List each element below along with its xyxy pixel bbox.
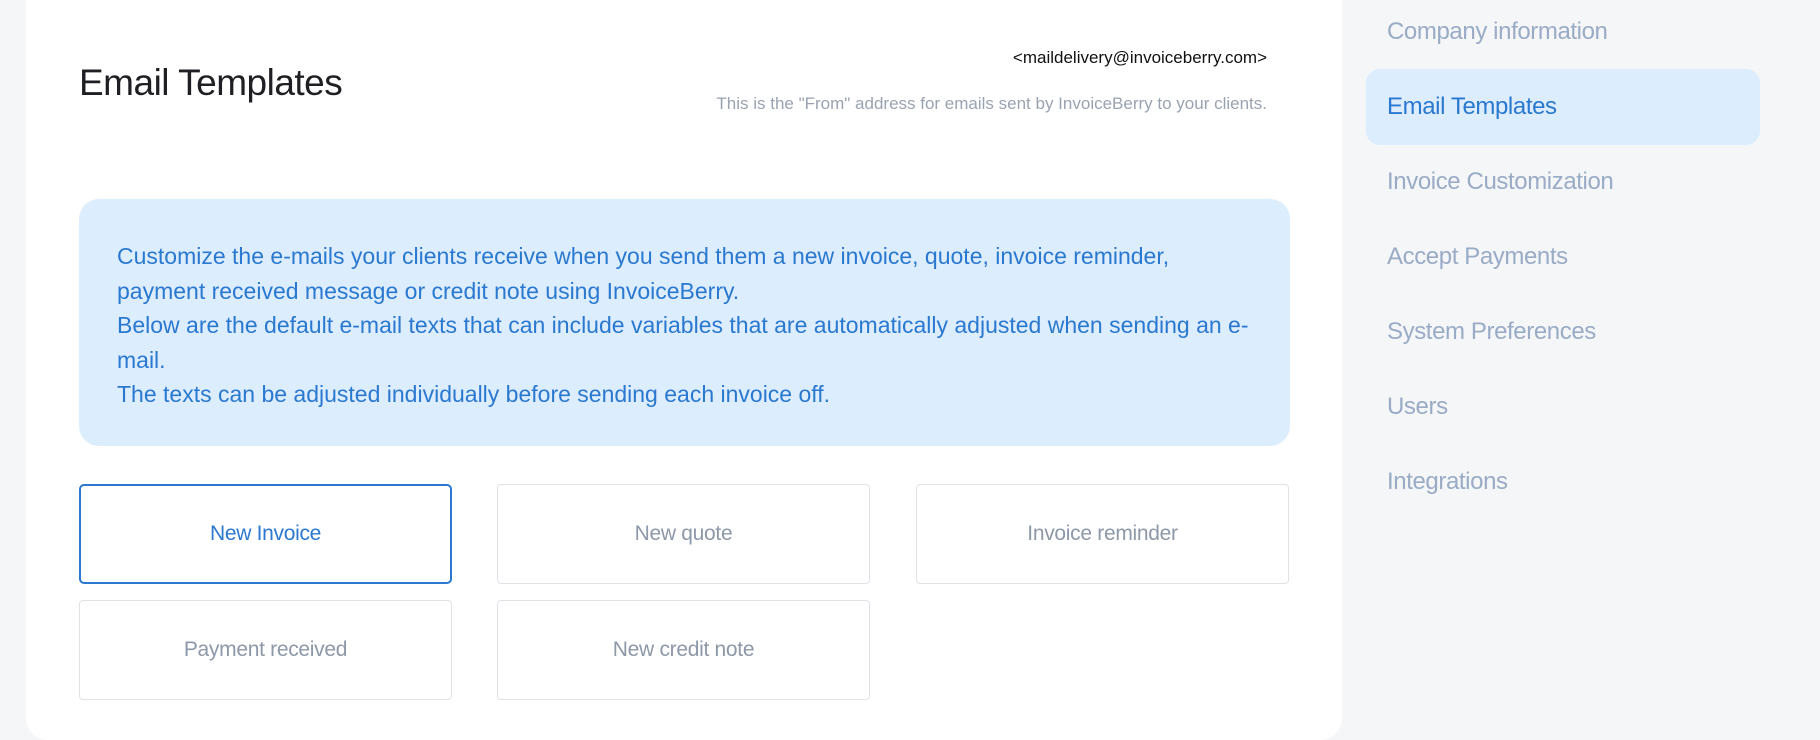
from-email-address: <maildelivery@invoiceberry.com> [1012, 48, 1267, 67]
sidebar-item-accept-payments[interactable]: Accept Payments [1366, 219, 1760, 295]
template-new-quote-button[interactable]: New quote [497, 484, 870, 584]
page-title: Email Templates [79, 62, 343, 103]
template-payment-received-button[interactable]: Payment received [79, 600, 452, 700]
info-text-3: The texts can be adjusted individually b… [117, 381, 831, 407]
template-invoice-reminder-button[interactable]: Invoice reminder [916, 484, 1289, 584]
info-box: Customize the e-mails your clients recei… [79, 199, 1290, 446]
info-text-1: Customize the e-mails your clients recei… [117, 243, 1170, 304]
sidebar-item-invoice-customization[interactable]: Invoice Customization [1366, 144, 1760, 220]
sidebar-item-system-preferences[interactable]: System Preferences [1366, 294, 1760, 370]
from-email-hint: This is the "From" address for emails se… [716, 94, 1267, 113]
template-new-invoice-button[interactable]: New Invoice [79, 484, 452, 584]
template-new-credit-note-button[interactable]: New credit note [497, 600, 870, 700]
sidebar-item-users[interactable]: Users [1366, 369, 1760, 445]
sidebar-item-email-templates[interactable]: Email Templates [1366, 69, 1760, 145]
sidebar-item-company-information[interactable]: Company information [1366, 0, 1760, 70]
info-text-2: Below are the default e-mail texts that … [117, 312, 1249, 373]
sidebar-item-integrations[interactable]: Integrations [1366, 444, 1760, 520]
